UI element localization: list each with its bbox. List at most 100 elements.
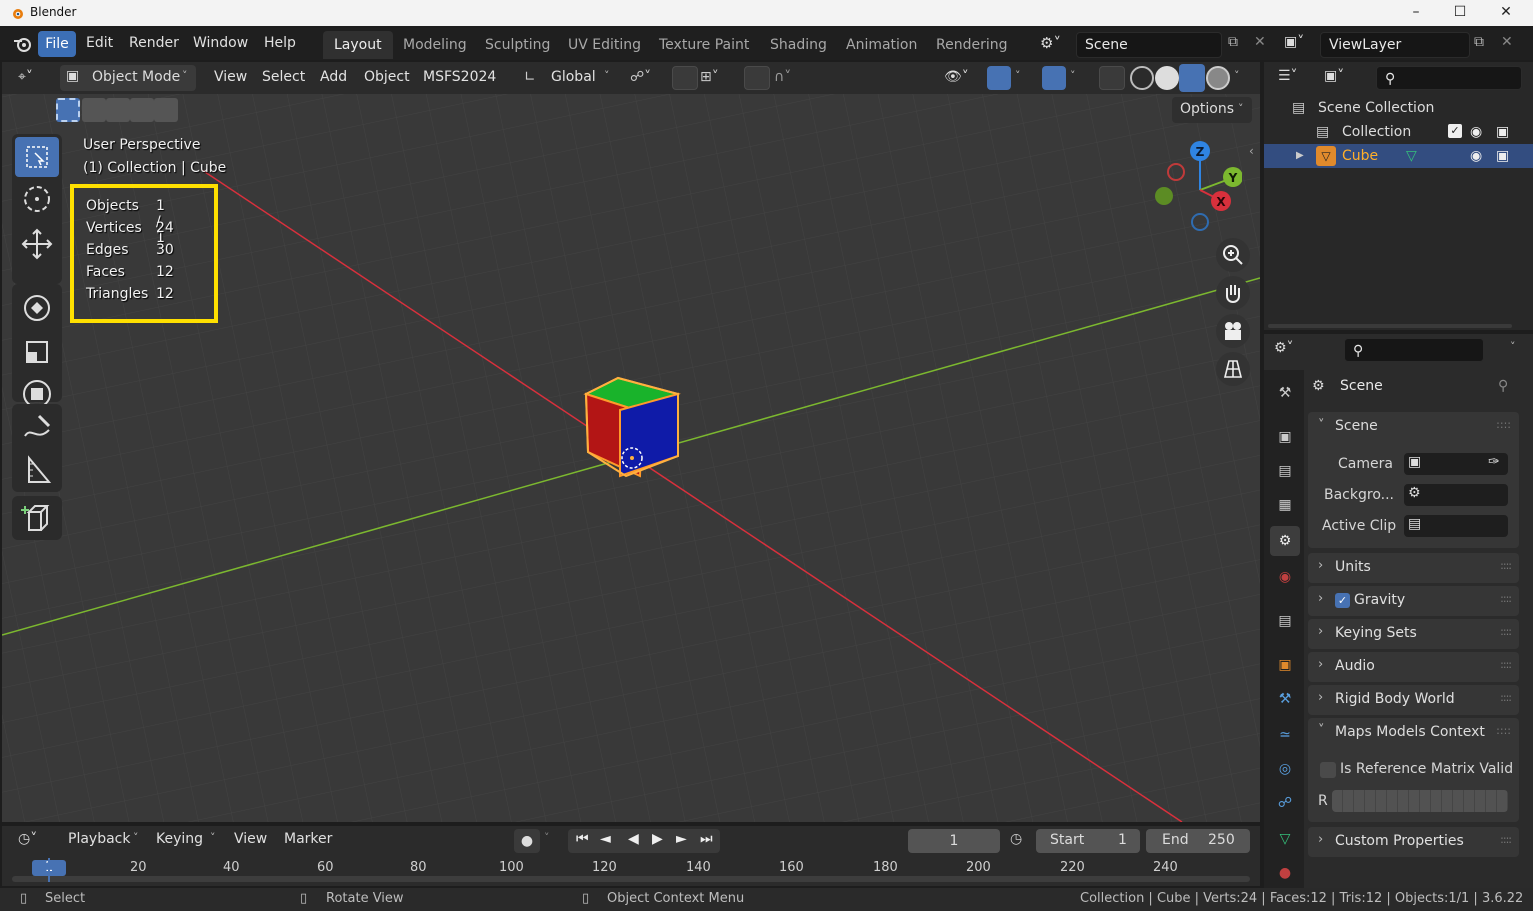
scene-tab-icon[interactable]: ⚙ (1270, 526, 1300, 556)
mode-dropdown[interactable]: ▣ Object Mode ˅ (60, 65, 196, 91)
outliner-cube[interactable]: ▶ ▽ Cube ▽ ◉ ▣ (1264, 144, 1533, 168)
select-invert-icon[interactable] (130, 98, 154, 122)
mesh-data-icon[interactable]: ▽ (1406, 144, 1417, 168)
xray-toggle-icon[interactable] (1099, 66, 1125, 90)
cursor-tool[interactable] (15, 179, 59, 219)
add-cube-tool[interactable] (15, 498, 59, 538)
drag-grip-icon[interactable]: :::: (1496, 724, 1511, 737)
move-tool[interactable] (15, 224, 59, 264)
chevron-down-icon[interactable]: ˅ (1318, 723, 1325, 738)
outliner-search-input[interactable]: ⚲ (1376, 66, 1522, 90)
r-matrix-field[interactable] (1332, 790, 1508, 812)
tab-modeling[interactable]: Modeling (392, 31, 478, 59)
camera-icon[interactable]: ▣ (1496, 120, 1509, 144)
play-icon[interactable]: ▶ (652, 831, 663, 847)
menu-help[interactable]: Help (264, 35, 296, 51)
start-frame-field[interactable]: Start 1 (1036, 829, 1140, 853)
falloff-icon[interactable]: ∩˅ (774, 69, 791, 85)
menu-marker[interactable]: Marker (284, 831, 332, 847)
properties-editor-type-icon[interactable]: ⚙˅ (1274, 340, 1294, 356)
tab-uv-editing[interactable]: UV Editing (557, 31, 652, 59)
keying-sets-panel[interactable]: › Keying Sets :::: (1308, 619, 1519, 649)
cube-object[interactable] (578, 372, 688, 482)
menu-render[interactable]: Render (129, 35, 179, 51)
expand-arrow-icon[interactable]: ▶ (1296, 144, 1304, 168)
outliner-scrollbar[interactable] (1268, 324, 1512, 328)
3d-viewport[interactable]: ⌖˅ ▣ Object Mode ˅ View Select Add Objec… (2, 62, 1260, 822)
record-icon[interactable]: ● (514, 829, 540, 853)
material-tab-icon[interactable]: ● (1270, 858, 1300, 888)
modifier-tab-icon[interactable]: ⚒ (1270, 684, 1300, 714)
new-scene-icon[interactable]: ⧉ (1228, 34, 1238, 50)
visibility-icon[interactable]: 👁˅ (944, 69, 969, 85)
current-frame-field[interactable]: 1 (908, 829, 1000, 853)
rotate-tool[interactable] (15, 288, 59, 328)
pin-icon[interactable]: ⚲ (1498, 378, 1508, 394)
menu-playback[interactable]: Playback (68, 831, 130, 847)
pan-hand-icon[interactable] (1216, 276, 1250, 310)
output-tab-icon[interactable]: ▤ (1270, 456, 1300, 486)
viewlayer-selector-icon[interactable]: ▣˅ (1284, 34, 1304, 50)
annotate-tool[interactable] (15, 408, 59, 448)
data-tab-icon[interactable]: ▽ (1270, 824, 1300, 854)
navigation-gizmo[interactable]: Z Y X (1150, 138, 1242, 234)
drag-grip-icon[interactable]: :::: (1500, 625, 1512, 638)
tab-sculpting[interactable]: Sculpting (474, 31, 561, 59)
editor-type-icon[interactable]: ⌖˅ (18, 69, 33, 85)
menu-edit[interactable]: Edit (86, 35, 113, 51)
snap-target-icon[interactable]: ⊞˅ (700, 69, 719, 85)
stopwatch-icon[interactable]: ◷ (1010, 831, 1022, 847)
prev-keyframe-icon[interactable]: ◄ (600, 831, 611, 847)
view-layer-field[interactable]: ViewLayer (1320, 32, 1470, 58)
tab-texture-paint[interactable]: Texture Paint (648, 31, 760, 59)
gizmo-toggle-icon[interactable] (987, 66, 1011, 90)
menu-object[interactable]: Object (364, 69, 410, 85)
panel-title[interactable]: Scene (1335, 418, 1378, 434)
jump-end-icon[interactable]: ⏭ (700, 831, 713, 847)
is-reference-matrix-valid-checkbox[interactable] (1320, 762, 1336, 778)
timeline-editor-type-icon[interactable]: ◷˅ (18, 831, 37, 847)
render-tab-icon[interactable]: ▣ (1270, 422, 1300, 452)
scene-selector-icon[interactable]: ⚙˅ (1040, 34, 1061, 52)
physics-tab-icon[interactable]: ◎ (1270, 754, 1300, 784)
zoom-icon[interactable] (1216, 238, 1250, 272)
eyedropper-icon[interactable]: ✑ (1488, 454, 1500, 470)
scene-name-field[interactable]: Scene (1076, 32, 1222, 58)
scale-tool[interactable] (15, 332, 59, 372)
chevron-down-icon[interactable]: ˅ (1318, 418, 1325, 433)
pivot-point-icon[interactable]: ☍˅ (630, 69, 651, 85)
eye-icon[interactable]: ◉ (1470, 144, 1482, 168)
select-box-tool[interactable] (15, 137, 59, 177)
drag-grip-icon[interactable]: :::: (1500, 691, 1512, 704)
delete-view-layer-icon[interactable]: ✕ (1501, 34, 1513, 50)
outliner-collection[interactable]: ▤ Collection ✓ ◉ ▣ (1264, 120, 1533, 144)
outliner-editor-type-icon[interactable]: ☰˅ (1278, 68, 1298, 84)
chevron-down-icon[interactable]: ˅ (1510, 340, 1516, 353)
particles-tab-icon[interactable]: ≃ (1270, 720, 1300, 750)
select-extend-icon[interactable] (82, 98, 106, 122)
maximize-button[interactable]: ☐ (1437, 0, 1483, 26)
transform-orientation-dropdown[interactable]: Global (551, 69, 596, 85)
gravity-panel[interactable]: › ✓ Gravity :::: (1308, 586, 1519, 616)
camera-icon[interactable]: ▣ (1496, 144, 1509, 168)
drag-grip-icon[interactable]: :::: (1500, 833, 1512, 846)
delete-scene-icon[interactable]: ✕ (1254, 34, 1266, 50)
wireframe-shading-icon[interactable] (1130, 66, 1154, 90)
menu-window[interactable]: Window (193, 35, 248, 51)
drag-grip-icon[interactable]: :::: (1500, 592, 1512, 605)
rigid-body-world-panel[interactable]: › Rigid Body World :::: (1308, 685, 1519, 715)
select-subtract-icon[interactable] (106, 98, 130, 122)
tab-animation[interactable]: Animation (835, 31, 928, 59)
close-button[interactable]: ✕ (1483, 0, 1529, 26)
drag-grip-icon[interactable]: :::: (1500, 559, 1512, 572)
play-reverse-icon[interactable]: ◀ (628, 831, 639, 847)
solid-shading-icon[interactable] (1155, 66, 1179, 90)
tab-shading[interactable]: Shading (759, 31, 838, 59)
tab-layout[interactable]: Layout (323, 31, 393, 59)
menu-keying[interactable]: Keying (156, 831, 203, 847)
blender-menu-icon[interactable] (12, 35, 34, 53)
new-view-layer-icon[interactable]: ⧉ (1474, 34, 1484, 50)
measure-tool[interactable] (15, 450, 59, 490)
end-frame-field[interactable]: End 250 (1146, 829, 1250, 853)
select-intersect-icon[interactable] (154, 98, 178, 122)
